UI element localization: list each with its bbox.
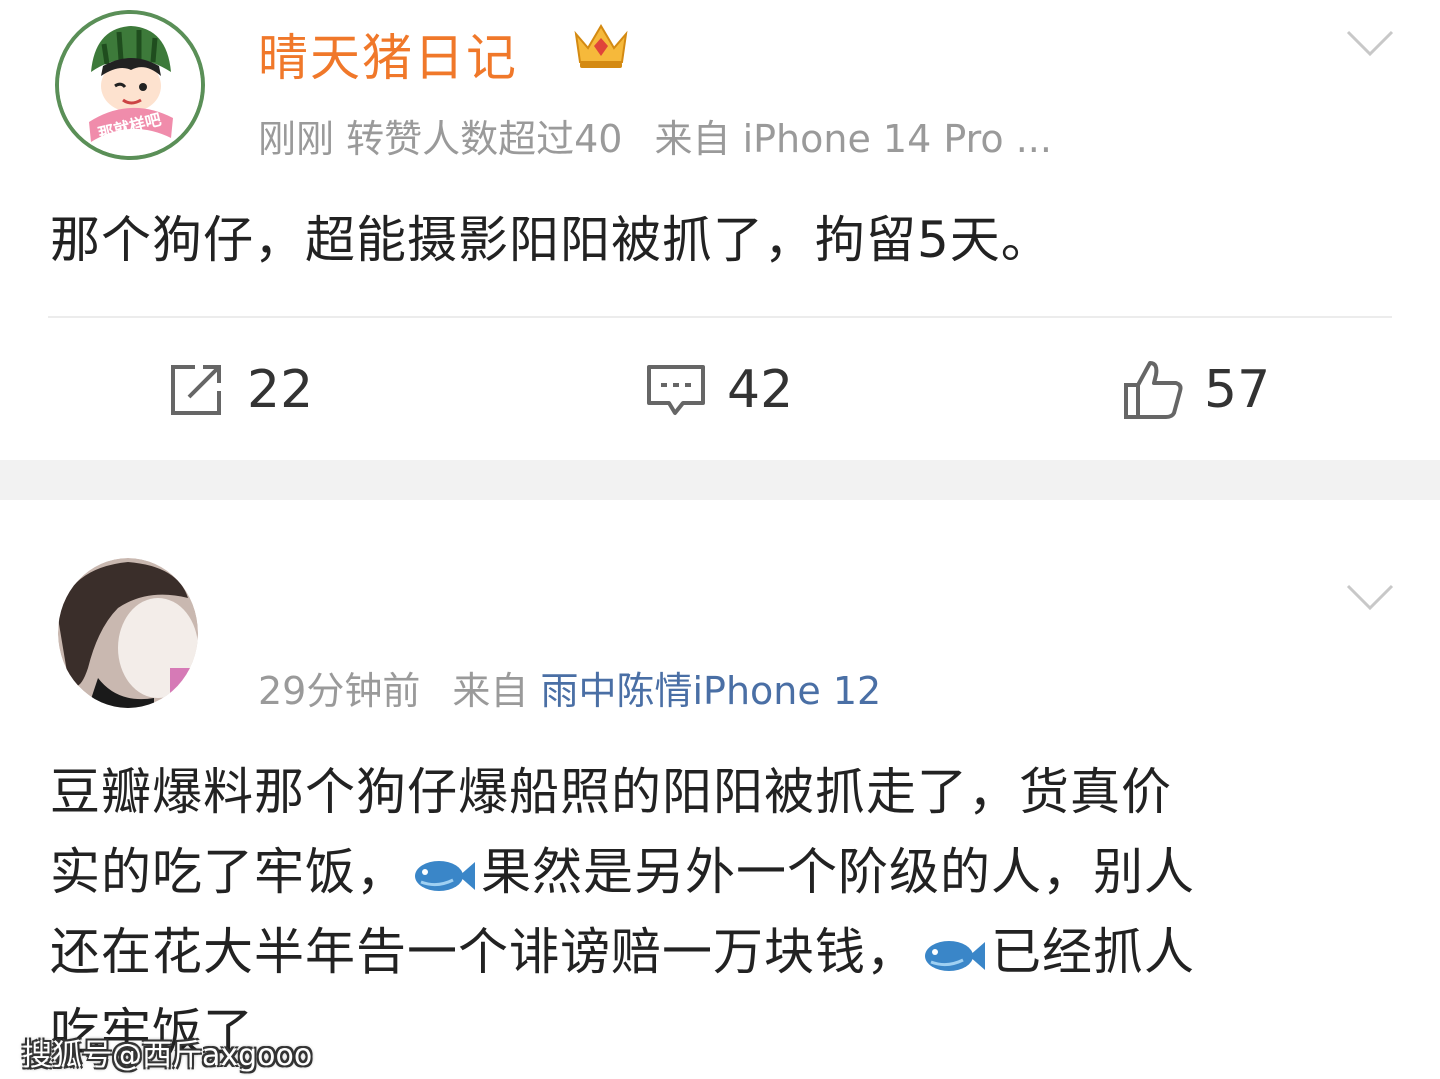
post-content: 那个狗仔，超能摄影阳阳被抓了，拘留5天。 [50, 211, 1052, 269]
content-line: 实的吃了牢饭， 果然是另外一个阶级的人，别人 [50, 832, 1195, 912]
like-button[interactable]: 57 [1122, 355, 1270, 425]
post-time: 29分钟前 [258, 669, 421, 713]
thumbs-up-icon [1124, 361, 1183, 419]
content-segment: 实的吃了牢饭， [50, 843, 407, 901]
content-segment: 已经抓人 [991, 923, 1195, 981]
post-meta: 29分钟前 来自 雨中陈情iPhone 12 [258, 660, 881, 715]
username[interactable]: 晴天猪日记 [258, 18, 518, 90]
avatar-photo [58, 558, 198, 708]
avatar-illustration: 那就样吧 [59, 14, 201, 156]
source-prefix: 来自 [452, 669, 529, 713]
divider [48, 316, 1392, 318]
post-card-1: 那就样吧 晴天猪日记 刚刚 转赞人数超过40 来自 iPhone 14 Pro .… [0, 0, 1440, 460]
repost-icon [171, 365, 221, 415]
content-line: 还在花大半年告一个诽谤赔一万块钱， 已经抓人 [50, 912, 1195, 992]
post-source: iPhone 14 Pro ... [742, 117, 1052, 161]
card-separator [0, 460, 1440, 500]
like-count: 57 [1204, 360, 1271, 420]
avatar[interactable]: 那就样吧 [55, 10, 205, 160]
content-line: 豆瓣爆料那个狗仔爆船照的阳阳被抓走了，货真价 [50, 763, 1172, 821]
fish-emoji-icon [415, 860, 475, 891]
crown-badge-icon[interactable] [570, 18, 632, 72]
post-content: 豆瓣爆料那个狗仔爆船照的阳阳被抓走了，货真价 实的吃了牢饭， 果然是另外一个阶级的… [50, 752, 1195, 1072]
content-segment: 果然是另外一个阶级的人，别人 [481, 843, 1195, 901]
post-source-link[interactable]: 雨中陈情iPhone 12 [540, 669, 881, 713]
watermark: 搜狐号@西斤axgooo [22, 1038, 313, 1073]
repost-count: 22 [247, 360, 314, 420]
comment-button[interactable]: 42 [645, 355, 793, 425]
avatar-blurred[interactable] [58, 558, 198, 708]
chevron-down-icon[interactable] [1345, 28, 1395, 58]
fish-emoji-icon [925, 940, 985, 971]
repost-button[interactable]: 22 [165, 355, 313, 425]
post-meta: 刚刚 转赞人数超过40 来自 iPhone 14 Pro ... [258, 108, 1052, 163]
content-segment: 还在花大半年告一个诽谤赔一万块钱， [50, 923, 917, 981]
chevron-down-icon[interactable] [1345, 582, 1395, 612]
comment-icon [647, 365, 705, 415]
post-time: 刚刚 [258, 117, 335, 161]
repost-info: 转赞人数超过40 [346, 117, 623, 161]
comment-count: 42 [727, 360, 794, 420]
source-prefix: 来自 [654, 117, 731, 161]
